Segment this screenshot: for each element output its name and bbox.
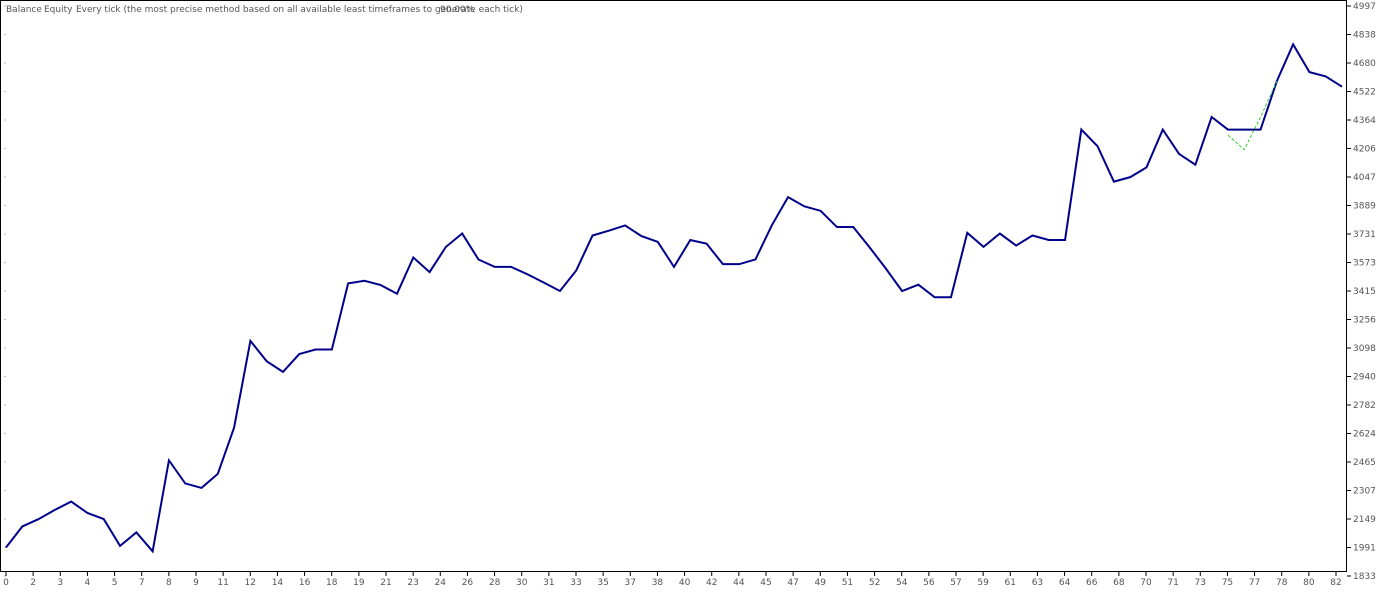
x-tick-label: 3 xyxy=(57,578,63,588)
x-tick-label: 38 xyxy=(652,578,664,588)
y-left-dot xyxy=(4,575,5,576)
legend-equity-label: Equity xyxy=(44,5,73,15)
x-tick-label: 8 xyxy=(166,578,172,588)
x-tick-label: 77 xyxy=(1249,578,1260,588)
y-left-dot xyxy=(4,290,5,291)
y-tick-label: 3256 xyxy=(1353,316,1376,326)
y-left-dot xyxy=(4,34,5,35)
y-tick-label: 4206 xyxy=(1353,145,1376,155)
y-left-dot xyxy=(4,233,5,234)
y-tick-label: 2782 xyxy=(1353,401,1376,411)
x-tick-label: 49 xyxy=(815,578,827,588)
x-tick-label: 51 xyxy=(842,578,853,588)
y-left-dot xyxy=(4,376,5,377)
x-tick-label: 14 xyxy=(272,578,284,588)
y-tick-label: 3098 xyxy=(1353,344,1376,354)
y-tick-label: 1991 xyxy=(1353,544,1376,554)
y-left-dot xyxy=(4,205,5,206)
y-left-dot xyxy=(4,119,5,120)
x-tick-label: 63 xyxy=(1032,578,1043,588)
y-left-dot xyxy=(4,404,5,405)
x-tick-label: 19 xyxy=(353,578,365,588)
x-tick-label: 4 xyxy=(85,578,91,588)
x-tick-label: 33 xyxy=(570,578,581,588)
y-left-dot xyxy=(4,262,5,263)
x-tick-label: 18 xyxy=(326,578,338,588)
y-left-dot xyxy=(4,148,5,149)
y-tick-label: 2940 xyxy=(1353,373,1376,383)
x-tick-label: 12 xyxy=(245,578,256,588)
x-tick-label: 68 xyxy=(1113,578,1125,588)
legend-balance-label: Balance xyxy=(6,5,42,15)
x-tick-label: 78 xyxy=(1276,578,1288,588)
y-tick-label: 4680 xyxy=(1353,59,1376,69)
x-tick-label: 44 xyxy=(733,578,745,588)
x-tick-label: 0 xyxy=(3,578,9,588)
x-tick-label: 56 xyxy=(923,578,935,588)
y-left-dot xyxy=(4,518,5,519)
x-tick-label: 16 xyxy=(299,578,311,588)
x-tick-label: 64 xyxy=(1059,578,1071,588)
x-tick-label: 70 xyxy=(1140,578,1152,588)
y-left-dot xyxy=(4,91,5,92)
x-tick-label: 82 xyxy=(1330,578,1341,588)
x-tick-label: 23 xyxy=(407,578,418,588)
y-tick-label: 2465 xyxy=(1353,458,1376,468)
x-tick-label: 37 xyxy=(625,578,636,588)
strategy-tester-graph: Balance Equity Every tick (the most prec… xyxy=(0,0,1380,591)
x-tick-label: 2 xyxy=(30,578,36,588)
y-tick-label: 3415 xyxy=(1353,287,1376,297)
y-tick-label: 4047 xyxy=(1353,173,1376,183)
y-left-dot xyxy=(4,433,5,434)
y-left-dot xyxy=(4,176,5,177)
x-tick-label: 7 xyxy=(139,578,145,588)
x-tick-label: 28 xyxy=(489,578,501,588)
y-tick-label: 3889 xyxy=(1353,202,1376,212)
y-tick-label: 4838 xyxy=(1353,31,1376,41)
x-tick-label: 52 xyxy=(869,578,880,588)
x-tick-label: 80 xyxy=(1303,578,1315,588)
modelling-quality: 90.00% xyxy=(440,5,475,15)
x-tick-label: 45 xyxy=(760,578,771,588)
chart-container: Balance Equity Every tick (the most prec… xyxy=(0,0,1380,591)
x-tick-label: 40 xyxy=(679,578,691,588)
x-tick-label: 47 xyxy=(787,578,798,588)
x-tick-label: 54 xyxy=(896,578,908,588)
y-tick-label: 3573 xyxy=(1353,259,1376,269)
x-tick-label: 31 xyxy=(543,578,554,588)
y-left-dot xyxy=(4,5,5,6)
x-tick-label: 57 xyxy=(950,578,961,588)
x-tick-label: 71 xyxy=(1167,578,1178,588)
y-left-dot xyxy=(4,319,5,320)
x-tick-label: 5 xyxy=(112,578,118,588)
x-tick-label: 59 xyxy=(977,578,989,588)
x-tick-label: 24 xyxy=(435,578,447,588)
y-tick-label: 1833 xyxy=(1353,572,1376,582)
x-axis: 0234578911121416181921232426283031333537… xyxy=(3,572,1342,588)
y-tick-label: 4522 xyxy=(1353,88,1376,98)
x-tick-label: 26 xyxy=(462,578,474,588)
y-tick-label: 3731 xyxy=(1353,230,1376,240)
x-tick-label: 75 xyxy=(1222,578,1233,588)
y-tick-label: 2149 xyxy=(1353,515,1376,525)
x-tick-label: 73 xyxy=(1195,578,1206,588)
x-tick-label: 11 xyxy=(217,578,228,588)
x-tick-label: 42 xyxy=(706,578,717,588)
x-tick-label: 61 xyxy=(1005,578,1016,588)
x-tick-label: 30 xyxy=(516,578,528,588)
y-left-dot xyxy=(4,461,5,462)
x-tick-label: 35 xyxy=(597,578,608,588)
y-left-dot xyxy=(4,62,5,63)
x-tick-label: 66 xyxy=(1086,578,1098,588)
y-tick-label: 2307 xyxy=(1353,487,1376,497)
x-tick-label: 21 xyxy=(380,578,391,588)
x-tick-label: 9 xyxy=(193,578,199,588)
y-tick-label: 4364 xyxy=(1353,116,1376,126)
y-left-dot xyxy=(4,490,5,491)
y-left-dot xyxy=(4,347,5,348)
y-tick-label: 4997 xyxy=(1353,2,1376,12)
y-tick-label: 2624 xyxy=(1353,430,1376,440)
